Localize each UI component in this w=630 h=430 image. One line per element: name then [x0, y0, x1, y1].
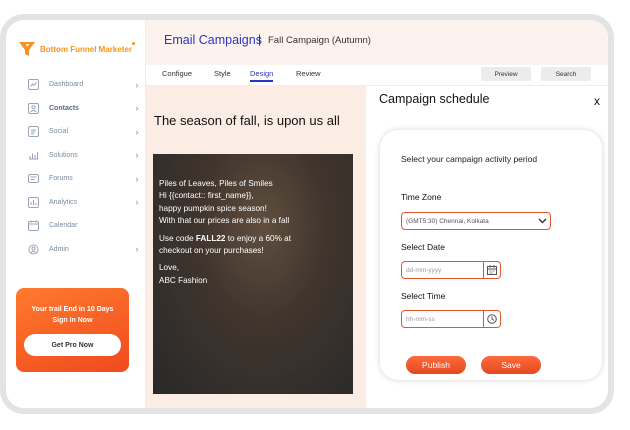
publish-button[interactable]: Publish — [406, 356, 466, 374]
search-button[interactable]: Search — [541, 67, 591, 81]
tab-review[interactable]: Review — [296, 69, 321, 78]
schedule-instruction: Select your campaign activity period — [401, 154, 538, 164]
sidebar-item-label: Forums — [49, 175, 73, 183]
page-header: Email Campaigns | Fall Campaign (Autumn) — [146, 20, 608, 65]
sidebar-item-dashboard[interactable]: Dashboard › — [28, 73, 143, 97]
sidebar-item-solutions[interactable]: Solutions › — [28, 144, 143, 168]
email-line: ABC Fashion — [159, 275, 208, 285]
email-headline: The season of fall, is upon us all — [154, 113, 340, 128]
time-label: Select Time — [401, 291, 446, 301]
promo-line-2: Sign In Now — [52, 317, 93, 324]
admin-icon — [28, 244, 39, 255]
time-field[interactable]: hh-mm-ss — [401, 310, 501, 328]
sidebar-item-label: Calendar — [49, 222, 78, 230]
time-placeholder: hh-mm-ss — [406, 315, 435, 323]
sidebar-item-label: Dashboard — [49, 81, 84, 89]
chevron-down-icon — [534, 218, 550, 224]
email-text-segment: to enjoy a 60% at — [225, 233, 291, 243]
chevron-right-icon: › — [135, 126, 139, 137]
solutions-icon — [28, 150, 39, 161]
tab-style[interactable]: Style — [214, 69, 231, 78]
chevron-right-icon: › — [135, 103, 139, 114]
brand-dot — [132, 42, 135, 45]
email-preview-panel: The season of fall, is upon us all Piles… — [146, 86, 366, 408]
promo-code: FALL22 — [195, 233, 226, 243]
sidebar-item-contacts[interactable]: Contacts › — [28, 97, 143, 121]
chevron-right-icon: › — [135, 244, 139, 255]
email-line: Piles of Leaves, Piles of Smiles — [159, 179, 273, 188]
preview-button[interactable]: Preview — [481, 67, 531, 81]
clock-icon[interactable] — [483, 311, 500, 327]
social-icon — [28, 126, 39, 138]
brand-logo[interactable]: Bottom Funnel Marketer — [18, 40, 132, 58]
sidebar-item-label: Contacts — [49, 104, 79, 112]
date-label: Select Date — [401, 242, 445, 252]
get-pro-button[interactable]: Get Pro Now — [24, 334, 121, 356]
sidebar-item-forums[interactable]: Forums › — [28, 167, 143, 191]
tab-configure[interactable]: Configue — [162, 69, 192, 78]
page-title[interactable]: Email Campaigns — [164, 33, 262, 47]
chevron-right-icon: › — [135, 79, 139, 90]
email-line: Love, — [159, 263, 180, 273]
email-line: Hi {{contact:: first_name}}, — [159, 191, 254, 201]
forums-icon — [28, 173, 39, 184]
tab-bar: Configue Style Design Review Preview Sea… — [146, 65, 608, 86]
chevron-right-icon: › — [135, 197, 139, 208]
email-line: Use code FALL22 to enjoy a 60% at — [159, 233, 347, 245]
sidebar-item-label: Solutions — [49, 151, 78, 159]
calendar-icon — [28, 220, 39, 232]
sidebar-nav: Dashboard › Contacts › Social › Solution… — [28, 73, 143, 261]
promo-text: Your trail End in 10 Days Sign In Now — [16, 304, 129, 326]
timezone-select[interactable]: (GMT5:30) Chennai, Kolkata — [401, 212, 551, 230]
sidebar-item-social[interactable]: Social › — [28, 120, 143, 144]
email-line: happy pumpkin spice season! — [159, 203, 267, 213]
sidebar-item-admin[interactable]: Admin › — [28, 238, 143, 262]
sidebar-item-label: Admin — [49, 245, 69, 253]
schedule-card: Select your campaign activity period Tim… — [380, 130, 602, 380]
promo-line-1: Your trail End in 10 Days — [31, 306, 114, 313]
tab-design[interactable]: Design — [250, 69, 274, 82]
email-line: checkout on your purchases! — [159, 246, 264, 256]
email-hero-image: Piles of Leaves, Piles of Smiles Hi {{co… — [153, 154, 353, 394]
save-button[interactable]: Save — [481, 356, 541, 374]
contacts-icon — [28, 102, 39, 114]
schedule-title: Campaign schedule — [379, 92, 490, 106]
chart-icon — [28, 79, 39, 91]
trial-promo: Your trail End in 10 Days Sign In Now Ge… — [16, 288, 129, 372]
sidebar-item-label: Social — [49, 128, 69, 136]
breadcrumb-separator: | — [258, 32, 262, 46]
email-line: With that our prices are also in a fall — [159, 216, 290, 226]
timezone-value: (GMT5:30) Chennai, Kolkata — [406, 217, 489, 225]
app-window: Bottom Funnel Marketer Dashboard › Conta… — [0, 14, 614, 414]
date-field[interactable]: dd-mm-yyyy — [401, 261, 501, 279]
email-text-segment: Use code — [159, 233, 196, 243]
sidebar-item-label: Analytics — [49, 198, 78, 206]
close-icon[interactable]: x — [594, 94, 600, 108]
funnel-logo-icon — [19, 42, 35, 56]
sidebar-item-calendar[interactable]: Calendar — [28, 214, 143, 238]
email-body: Piles of Leaves, Piles of Smiles Hi {{co… — [159, 178, 347, 287]
calendar-icon[interactable] — [483, 262, 500, 278]
campaign-name: Fall Campaign (Autumn) — [268, 35, 371, 46]
analytics-icon — [28, 196, 39, 208]
chevron-right-icon: › — [135, 150, 139, 161]
timezone-label: Time Zone — [401, 192, 442, 202]
date-placeholder: dd-mm-yyyy — [406, 266, 442, 274]
chevron-right-icon: › — [135, 173, 139, 184]
sidebar-item-analytics[interactable]: Analytics › — [28, 191, 143, 215]
sidebar: Bottom Funnel Marketer Dashboard › Conta… — [6, 20, 146, 408]
brand-name: Bottom Funnel Marketer — [40, 44, 133, 54]
